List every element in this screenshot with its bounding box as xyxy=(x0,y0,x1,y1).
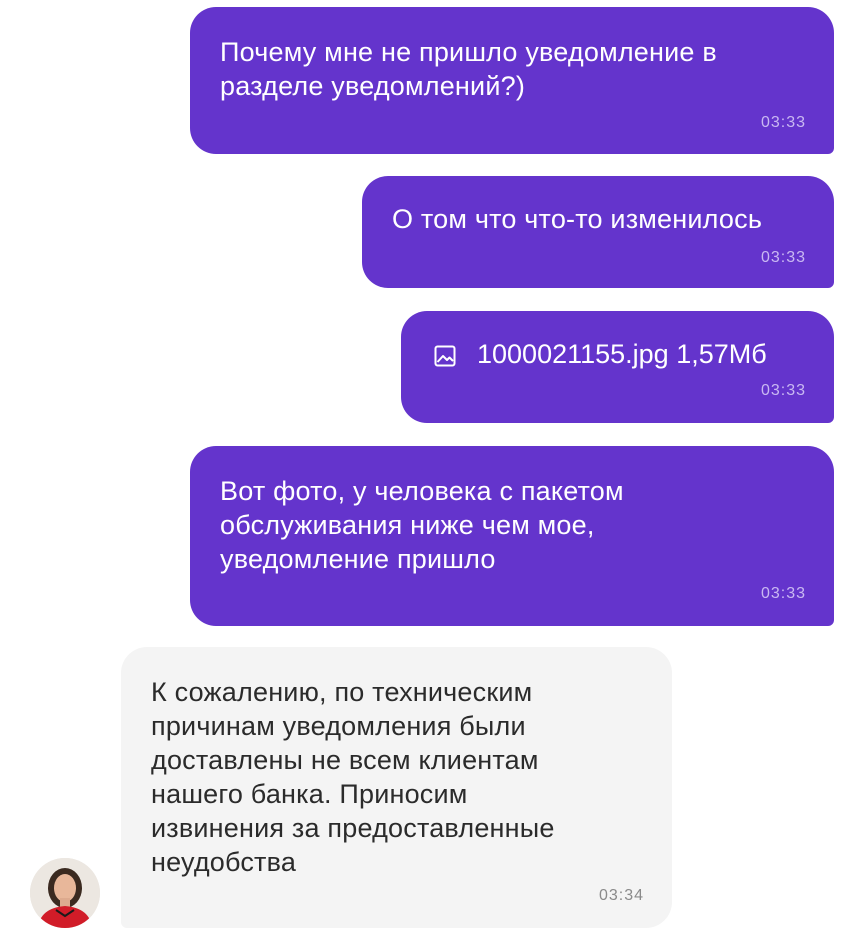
image-file-icon[interactable] xyxy=(433,344,457,368)
message-text: О том что что-то изменилось xyxy=(392,204,763,234)
avatar-photo xyxy=(30,858,100,928)
message-time: 03:33 xyxy=(760,249,806,266)
message-time: 03:33 xyxy=(760,585,806,602)
message-text: Почему мне не пришло уведомление в разде… xyxy=(220,37,717,101)
message-time: 03:33 xyxy=(760,382,806,399)
message-time: 03:34 xyxy=(598,887,644,904)
message-text: Вот фото, у человека с пакетом обслужива… xyxy=(220,476,624,574)
outgoing-message[interactable]: Вот фото, у человека с пакетом обслужива… xyxy=(190,446,834,626)
incoming-message[interactable]: К сожалению, по техническим причинам уве… xyxy=(121,647,672,928)
support-agent-avatar[interactable] xyxy=(30,858,100,928)
attachment-filename[interactable]: 1000021155.jpg 1,57Мб xyxy=(477,337,767,371)
message-text: К сожалению, по техническим причинам уве… xyxy=(151,677,555,877)
outgoing-message[interactable]: О том что что-то изменилось 03:33 xyxy=(362,176,834,288)
outgoing-message[interactable]: Почему мне не пришло уведомление в разде… xyxy=(190,7,834,154)
outgoing-attachment-message[interactable]: 1000021155.jpg 1,57Мб 03:33 xyxy=(401,311,834,423)
message-time: 03:33 xyxy=(760,114,806,131)
